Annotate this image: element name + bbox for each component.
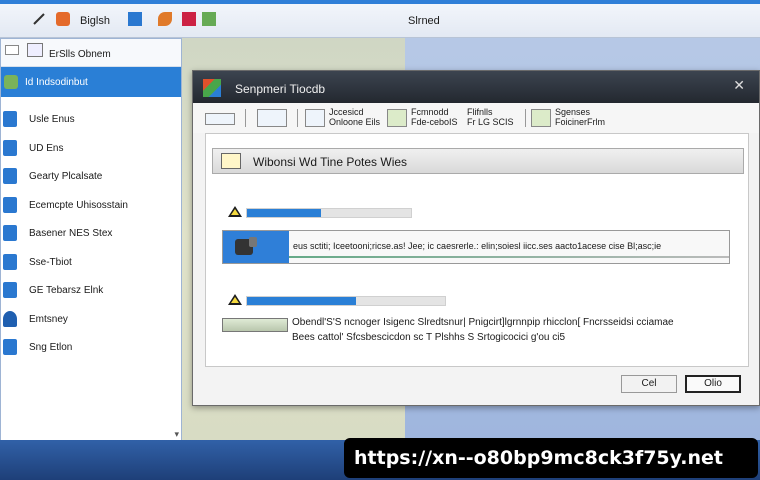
top-taskbar: Biglsh Slrned <box>0 0 760 38</box>
sidebar-item-label: GE Tebarsz Elnk <box>29 285 104 296</box>
monitor-icon <box>5 45 19 55</box>
sidebar-item-label: Id Indsodinbut <box>25 77 88 88</box>
sidebar-item-label: Ecemcpte Uhisosstain <box>29 199 128 211</box>
close-icon[interactable]: ✕ <box>733 77 745 94</box>
toolbar-label: Jccesicd Onloone Eils <box>329 107 381 127</box>
toolbar-button[interactable]: Fcmnodd Fde-ceboIS <box>387 107 465 129</box>
settings-icon <box>531 109 551 127</box>
sidebar-list: Usle Enus UD Ens Gearty Plcalsate Ecemcp… <box>1 97 181 362</box>
toolbar-button[interactable] <box>257 107 291 129</box>
details-line: Obendl'S'S ncnoger Isigenc Slredtsnur| P… <box>292 317 674 328</box>
progress-bar <box>246 296 446 306</box>
dialog-toolbar: Jccesicd Onloone Eils Fcmnodd Fde-ceboIS… <box>193 103 759 133</box>
cancel-button[interactable]: Cel <box>621 375 677 393</box>
drive-icon <box>4 75 18 89</box>
document-icon <box>3 282 17 298</box>
toolbar-label: Fcmnodd Fde-ceboIS <box>411 107 458 127</box>
file-row[interactable]: eus sctiti; Iceetooni;ricse.as! Jee; ic … <box>222 230 730 264</box>
taskbar-app-label[interactable]: Biglsh <box>80 15 110 27</box>
chart-icon[interactable] <box>202 12 216 26</box>
open-files-icon <box>305 109 325 127</box>
file-overlay-icon <box>249 237 257 247</box>
sidebar-item[interactable]: Sse-Tbiot <box>1 248 181 277</box>
sidebar-item[interactable]: Emtsney <box>1 305 181 334</box>
watermark: https://xn--o80bp9mc8ck3f75y.net <box>344 438 758 478</box>
folder-icon <box>3 168 17 184</box>
app-icon <box>203 79 221 97</box>
sidebar-item-label: Sng Etlon <box>29 342 73 353</box>
sidebar-item[interactable]: GE Tebarsz Elnk <box>1 276 181 305</box>
ok-button[interactable]: Olio <box>685 375 741 393</box>
folder-icon <box>27 43 43 57</box>
sidebar-item-label: Usle Enus <box>29 114 75 125</box>
dialog-title: Senpmeri Tiocdb <box>235 82 326 96</box>
document-icon <box>3 339 17 355</box>
toolbar-label: Sgenses FoicinerFrlm <box>555 107 606 127</box>
sidebar-item[interactable]: Usle Enus <box>1 105 181 134</box>
sidebar-item[interactable]: Ecemcpte Uhisosstain <box>1 191 181 220</box>
sidebar-item-label: Gearty Plcalsate <box>29 171 103 182</box>
toolbar-divider <box>297 109 298 127</box>
tag-icon <box>205 113 235 125</box>
details-block: Obendl'S'S ncnoger Isigenc Slredtsnur| P… <box>222 314 732 354</box>
taskbar-right-label: Slrned <box>408 15 440 27</box>
sidebar-item[interactable]: UD Ens <box>1 134 181 163</box>
dialog-content: Wibonsi Wd Tine Potes Wies eus sctiti; I… <box>205 133 749 367</box>
window-icon <box>257 109 287 127</box>
scroll-down-icon[interactable]: ▾ <box>174 429 179 440</box>
document-icon <box>3 139 17 156</box>
pencil-icon[interactable] <box>32 12 46 26</box>
dialog-title-bar[interactable]: Senpmeri Tiocdb ✕ <box>193 71 759 103</box>
file-row-text: eus sctiti; Iceetooni;ricse.as! Jee; ic … <box>293 241 662 251</box>
taskbar-accent <box>0 0 760 4</box>
toolbar-button[interactable]: Flifnlls Fr LG SCIS <box>467 107 537 129</box>
details-line: Bees cattol' Sfcsbescicdon sc T Plshhs S… <box>292 332 566 343</box>
format-icon <box>387 109 407 127</box>
explorer-sidebar: ErSlls Obnem Id Indsodinbut Usle Enus UD… <box>0 38 182 443</box>
sidebar-item-label: Emtsney <box>29 313 68 325</box>
document-icon <box>3 111 17 127</box>
paint-icon[interactable] <box>158 12 172 26</box>
sidebar-item-label: Sse-Tbiot <box>29 256 72 268</box>
toolbar-divider <box>245 109 246 127</box>
progress-bar <box>246 208 412 218</box>
warning-icon <box>228 206 242 217</box>
sidebar-item[interactable]: Sng Etlon <box>1 333 181 362</box>
progress-fill <box>247 297 356 305</box>
details-icon <box>222 318 288 332</box>
folder-icon <box>3 196 17 213</box>
sidebar-header-label: ErSlls Obnem <box>49 49 111 60</box>
sidebar-header[interactable]: ErSlls Obnem <box>1 39 181 67</box>
sidebar-item[interactable]: Basener NES Stex <box>1 219 181 248</box>
dialog-window: Senpmeri Tiocdb ✕ Jccesicd Onloone Eils … <box>192 70 760 406</box>
warning-icon <box>228 294 242 305</box>
sidebar-item[interactable]: Gearty Plcalsate <box>1 162 181 191</box>
toolbar-label: Flifnlls Fr LG SCIS <box>467 107 514 127</box>
bar-icon[interactable] <box>182 12 196 26</box>
toolbar-button[interactable] <box>205 107 239 129</box>
sidebar-item-selected[interactable]: Id Indsodinbut <box>1 67 181 97</box>
list-icon <box>3 225 17 241</box>
toolbar-divider <box>525 109 526 127</box>
toolbar-button[interactable]: Sgenses FoicinerFrlm <box>531 107 611 129</box>
file-row-selection <box>223 231 289 263</box>
file-row-rule <box>289 256 729 258</box>
progress-fill <box>247 209 321 217</box>
content-header: Wibonsi Wd Tine Potes Wies <box>212 148 744 174</box>
content-header-label: Wibonsi Wd Tine Potes Wies <box>253 155 408 169</box>
sidebar-item-label: UD Ens <box>29 142 64 154</box>
toolbar-button[interactable]: Jccesicd Onloone Eils <box>305 107 385 129</box>
network-icon <box>3 310 17 327</box>
document-icon[interactable] <box>128 12 142 26</box>
sidebar-item-label: Basener NES Stex <box>29 228 113 239</box>
app-icon[interactable] <box>56 12 70 26</box>
list-icon <box>3 253 17 270</box>
monitor-icon <box>221 153 241 169</box>
